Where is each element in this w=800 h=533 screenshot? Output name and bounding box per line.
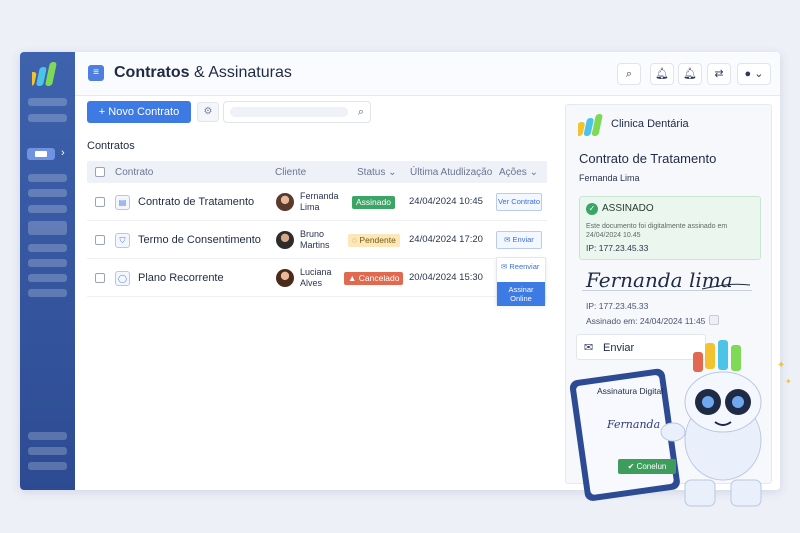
check-icon: ✓ [586, 203, 598, 215]
menu-item-resend[interactable]: ✉ Reenviar [497, 262, 545, 271]
signature-ip: IP: 177.23.45.33 [586, 301, 649, 311]
signed-ip: IP: 177.23.45.33 [586, 243, 649, 253]
sidebar-item[interactable] [28, 221, 67, 235]
table-row[interactable]: ▤ Contrato de Tratamento Fernanda Lima As… [87, 183, 547, 221]
row-checkbox[interactable] [95, 197, 105, 207]
document-icon: ≡ [88, 65, 104, 81]
sidebar-item-contracts[interactable] [27, 148, 55, 160]
sidebar-item[interactable] [28, 447, 67, 455]
signed-note: Este documento foi digitalmente assinado… [586, 223, 728, 239]
gear-icon[interactable]: ⚙ [197, 102, 219, 122]
page-title: Contratos & Assinaturas [114, 64, 292, 81]
search-icon[interactable]: ⌕ [617, 63, 641, 85]
updated-date: 24/04/2024 17:20 [409, 234, 483, 245]
sidebar-item[interactable] [28, 205, 67, 213]
column-contract: Contrato [115, 167, 154, 178]
column-updated: Última Atudlização [410, 167, 493, 178]
new-contract-button[interactable]: + Novo Contrato [87, 101, 191, 123]
column-client: Cliente [275, 167, 307, 178]
patient-name: Fernanda Lima [579, 173, 640, 183]
updated-date: 24/04/2024 10:45 [409, 196, 483, 207]
column-status[interactable]: Status ⌄ [357, 167, 397, 178]
tablet-title: Assinatura Digital [597, 386, 664, 396]
row-checkbox[interactable] [95, 273, 105, 283]
bell-icon[interactable]: 🔔︎ [650, 63, 674, 85]
search-input[interactable] [230, 107, 348, 117]
copy-icon[interactable] [709, 315, 719, 325]
svg-text:✦: ✦ [785, 377, 792, 386]
sidebar-item[interactable] [28, 189, 67, 197]
menu-item-sign-online[interactable]: Assinar Online [497, 282, 545, 306]
search-box: ⌕ [223, 101, 371, 123]
status-badge: Assinado [352, 196, 395, 209]
avatar [276, 193, 294, 211]
sidebar-item[interactable] [28, 174, 67, 182]
contract-title: Contrato de Tratamento [579, 151, 717, 166]
topbar: ≡ Contratos & Assinaturas ⌕ 🔔︎ 🔔︎ ⇄ ● ⌄ [75, 52, 780, 96]
view-contract-button[interactable]: Ver Contrato [496, 193, 542, 211]
sidebar-item[interactable] [28, 98, 67, 106]
sidebar-item[interactable] [28, 244, 67, 252]
updated-date: 20/04/2024 15:30 [409, 272, 483, 283]
sidebar-item[interactable] [28, 462, 67, 470]
clinic-name: Clinica Dentária [611, 118, 689, 130]
signed-status-box: ✓ ASSINADO Este documento foi digitalmen… [579, 196, 761, 260]
chat-icon: ◯ [115, 271, 130, 286]
sidebar-item[interactable] [28, 114, 67, 122]
client-name: Luciana Alves [300, 267, 332, 288]
sidebar: › [20, 52, 75, 490]
signature-line [582, 290, 752, 291]
svg-text:✦: ✦ [777, 360, 785, 371]
svg-text:Fernanda lima: Fernanda lima [585, 268, 733, 292]
avatar [276, 269, 294, 287]
sidebar-item[interactable] [28, 289, 67, 297]
bell-icon[interactable]: 🔔︎ [678, 63, 702, 85]
user-menu-icon[interactable]: ● ⌄ [737, 63, 771, 85]
chevron-right-icon[interactable]: › [61, 147, 65, 159]
row-checkbox[interactable] [95, 235, 105, 245]
actions-dropdown: ✉ Reenviar Assinar Online [496, 257, 546, 306]
sidebar-item[interactable] [28, 259, 67, 267]
confirm-button[interactable]: ✔ Conelun [618, 459, 676, 474]
contracts-table: Contrato Cliente Status ⌄ Última Atudliz… [87, 161, 547, 306]
document-icon: ▤ [115, 195, 130, 210]
status-badge: ◌ Pendente [348, 234, 400, 247]
signature-date: Assinado em: 24/04/2024 11:45 [586, 316, 706, 326]
section-title: Contratos [87, 140, 135, 152]
search-icon[interactable]: ⌕ [358, 106, 364, 119]
shield-icon: ⛉ [115, 233, 130, 248]
translate-icon[interactable]: ⇄ [707, 63, 731, 85]
app-logo [32, 62, 57, 86]
table-row[interactable]: ⛉ Termo de Consentimento Bruno Martins ◌ … [87, 221, 547, 259]
clinic-logo [578, 114, 603, 136]
select-all-checkbox[interactable] [95, 167, 105, 177]
send-button[interactable]: ✉ Enviar [496, 231, 542, 249]
table-header: Contrato Cliente Status ⌄ Última Atudliz… [87, 161, 547, 183]
robot-mascot-illustration: ✦ ✦ [569, 340, 792, 507]
sidebar-item[interactable] [28, 274, 67, 282]
sidebar-item[interactable] [28, 432, 67, 440]
tablet-signature: Fernanda [607, 418, 661, 431]
avatar [276, 231, 294, 249]
table-row[interactable]: ◯ Plano Recorrente Luciana Alves ▲ Cancel… [87, 259, 547, 297]
contract-name: Termo de Consentimento [138, 234, 261, 246]
contract-name: Plano Recorrente [138, 272, 224, 284]
status-badge: ▲ Cancelado [344, 272, 404, 285]
signed-status: ASSINADO [602, 203, 654, 214]
client-name: Bruno Martins [300, 229, 330, 250]
contract-name: Contrato de Tratamento [138, 196, 255, 208]
column-actions[interactable]: Ações ⌄ [499, 167, 538, 178]
client-name: Fernanda Lima [300, 191, 339, 212]
